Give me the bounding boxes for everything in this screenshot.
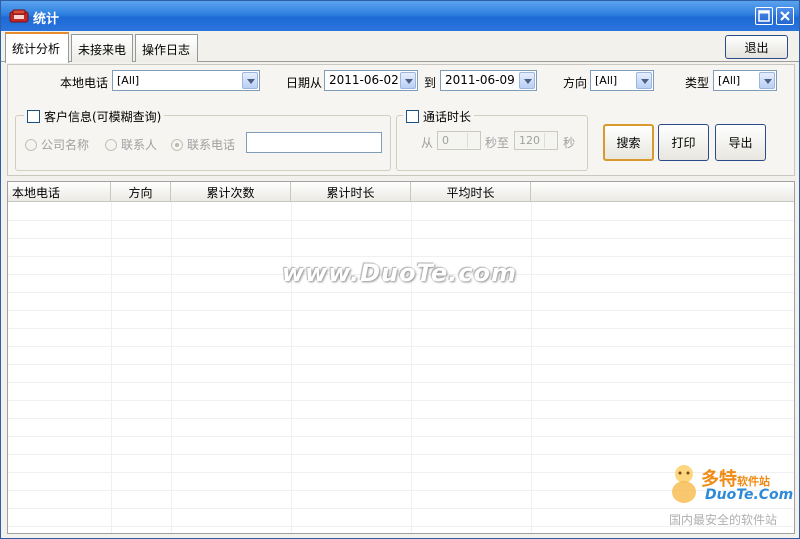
window-title: 统计 <box>33 12 60 27</box>
table-row-line <box>8 364 794 365</box>
radio-company-name[interactable]: 公司名称 <box>25 136 89 153</box>
column-header-total-duration[interactable]: 累计时长 <box>291 182 411 202</box>
type-value: [All] <box>718 74 741 87</box>
local-phone-value: [All] <box>117 74 140 87</box>
column-header-direction[interactable]: 方向 <box>111 182 171 202</box>
duration-to-spinner[interactable]: 120 <box>514 131 558 150</box>
date-from-value: 2011-06-02 <box>329 73 399 87</box>
tab-label: 统计分析 <box>12 42 61 56</box>
table-row-line <box>8 256 794 257</box>
filter-panel: 本地电话 [All] 日期从 2011-06-02 到 2011-06-09 方… <box>7 64 795 176</box>
call-duration-title: 通话时长 <box>423 110 472 124</box>
customer-info-group: 客户信息(可模糊查询) 公司名称 联系人 联系电话 <box>15 108 391 171</box>
duration-from-label: 从 <box>421 136 434 150</box>
duration-seconds-label: 秒 <box>563 136 576 150</box>
date-from-label: 日期从 <box>286 76 323 90</box>
search-button[interactable]: 搜索 <box>603 124 654 161</box>
call-duration-toggle[interactable]: 通话时长 <box>403 108 475 125</box>
table-row-line <box>8 400 794 401</box>
local-phone-select[interactable]: [All] <box>112 70 260 91</box>
table-row-line <box>8 418 794 419</box>
tab-label: 未接来电 <box>78 43 127 57</box>
duration-to-label: 秒至 <box>485 136 510 150</box>
export-button[interactable]: 导出 <box>715 124 766 161</box>
date-from-picker[interactable]: 2011-06-02 <box>324 70 418 91</box>
local-phone-label: 本地电话 <box>60 76 109 90</box>
tab-statistics-analysis[interactable]: 统计分析 <box>5 32 69 63</box>
table-header: 本地电话 方向 累计次数 累计时长 平均时长 <box>8 182 794 202</box>
table-row-line <box>8 454 794 455</box>
logo-slogan: 国内最安全的软件站 <box>669 513 778 527</box>
column-header-total-count[interactable]: 累计次数 <box>171 182 291 202</box>
tab-missed-calls[interactable]: 未接来电 <box>71 34 133 62</box>
table-column-line <box>291 202 292 533</box>
statistics-window: 统计 统计分析 未接来电 操作日志 退出 本地电话 [All] 日期从 2011… <box>0 0 800 539</box>
maximize-icon <box>758 10 770 22</box>
close-icon <box>780 11 790 21</box>
type-select[interactable]: [All] <box>713 70 777 91</box>
radio-label: 公司名称 <box>41 138 90 152</box>
table-row-line <box>8 238 794 239</box>
column-header-local-phone[interactable]: 本地电话 <box>8 182 111 202</box>
spinner-arrows-icon[interactable] <box>467 133 479 148</box>
watermark: www.DuoTe.com <box>282 259 517 287</box>
customer-info-title: 客户信息(可模糊查询) <box>44 110 162 124</box>
chevron-down-icon <box>636 72 652 89</box>
phone-icon <box>9 9 29 23</box>
chevron-down-icon <box>759 72 775 89</box>
table-row-line <box>8 220 794 221</box>
print-button[interactable]: 打印 <box>658 124 709 161</box>
radio-indicator[interactable] <box>105 138 117 151</box>
maximize-button[interactable] <box>755 7 773 25</box>
tab-operation-log[interactable]: 操作日志 <box>135 34 198 62</box>
table-column-line <box>171 202 172 533</box>
radio-label: 联系电话 <box>187 138 236 152</box>
date-to-picker[interactable]: 2011-06-09 <box>440 70 537 91</box>
title-bar: 统计 <box>1 1 799 31</box>
tab-label: 操作日志 <box>142 43 191 57</box>
table-row-line <box>8 382 794 383</box>
chevron-down-icon <box>400 72 416 89</box>
date-to-value: 2011-06-09 <box>445 73 515 87</box>
type-label: 类型 <box>685 76 710 90</box>
customer-query-input[interactable] <box>246 132 382 153</box>
direction-select[interactable]: [All] <box>590 70 654 91</box>
radio-label: 联系人 <box>121 138 158 152</box>
chevron-down-icon <box>519 72 535 89</box>
customer-info-checkbox[interactable] <box>27 110 40 123</box>
mascot-icon <box>672 465 696 503</box>
date-to-label: 到 <box>424 76 437 90</box>
table-row-line <box>8 346 794 347</box>
radio-indicator[interactable] <box>25 138 37 151</box>
call-duration-group: 通话时长 从 0 秒至 120 秒 <box>396 108 588 171</box>
direction-label: 方向 <box>563 76 588 90</box>
radio-contact-person[interactable]: 联系人 <box>105 136 157 153</box>
call-duration-checkbox[interactable] <box>406 110 419 123</box>
chevron-down-icon <box>242 72 258 89</box>
table-row-line <box>8 328 794 329</box>
customer-info-toggle[interactable]: 客户信息(可模糊查询) <box>24 108 165 125</box>
close-button[interactable] <box>776 7 794 25</box>
table-column-line <box>411 202 412 533</box>
radio-contact-phone[interactable]: 联系电话 <box>171 136 235 153</box>
table-row-line <box>8 310 794 311</box>
duote-logo: 多特软件站 DuoTe.Com 国内最安全的软件站 <box>665 463 797 529</box>
table-row-line <box>8 436 794 437</box>
logo-english: DuoTe.Com <box>705 487 794 503</box>
tab-strip: 统计分析 未接来电 操作日志 退出 <box>1 31 799 63</box>
radio-indicator[interactable] <box>171 138 183 151</box>
duration-from-spinner[interactable]: 0 <box>437 131 481 150</box>
table-column-line <box>111 202 112 533</box>
duration-to-value: 120 <box>519 134 540 147</box>
table-column-line <box>531 202 532 533</box>
direction-value: [All] <box>595 74 618 87</box>
column-header-average-duration[interactable]: 平均时长 <box>411 182 531 202</box>
table-row-line <box>8 292 794 293</box>
duration-from-value: 0 <box>442 134 449 147</box>
spinner-arrows-icon[interactable] <box>544 133 556 148</box>
exit-button[interactable]: 退出 <box>725 35 788 59</box>
